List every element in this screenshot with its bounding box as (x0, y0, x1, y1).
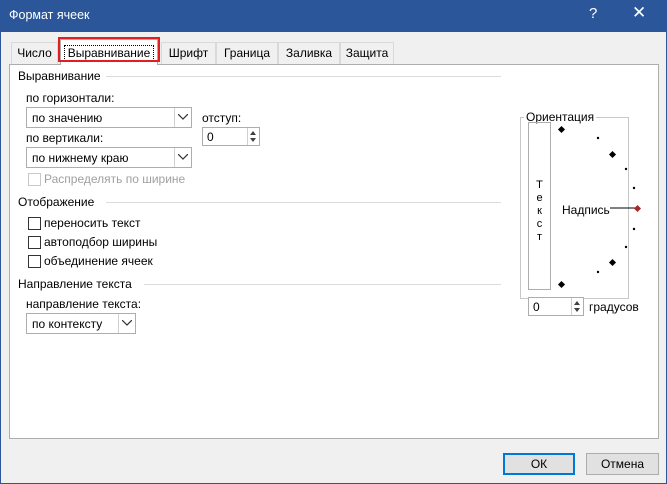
alignment-panel: Выравнивание по горизонтали: по значению… (9, 64, 659, 439)
alignment-group-divider (106, 76, 501, 77)
spinner-arrows-icon[interactable] (247, 128, 259, 145)
chevron-down-icon (174, 108, 191, 127)
indent-spinner[interactable]: 0 (202, 127, 260, 146)
indent-label: отступ: (202, 111, 242, 125)
horizontal-label: по горизонтали: (26, 91, 115, 105)
direction-select[interactable]: по контексту (26, 313, 136, 334)
wrap-text-label: переносить текст (44, 216, 141, 230)
display-group-divider (106, 202, 501, 203)
tab-number[interactable]: Число (11, 42, 58, 64)
direction-value: по контексту (32, 317, 103, 331)
horizontal-select[interactable]: по значению (26, 107, 192, 128)
merge-cells-label: объединение ячеек (44, 254, 153, 268)
cancel-button[interactable]: Отмена (586, 453, 659, 475)
tab-font-label: Шрифт (168, 46, 209, 60)
tab-border[interactable]: Граница (216, 42, 278, 64)
chevron-down-icon (118, 314, 135, 333)
tab-fill-label: Заливка (285, 46, 333, 60)
direction-label: направление текста: (26, 297, 142, 311)
indent-value: 0 (207, 130, 214, 144)
chevron-down-icon (174, 148, 191, 167)
vertical-select[interactable]: по нижнему краю (26, 147, 192, 168)
ok-button[interactable]: ОК (503, 453, 575, 475)
close-button[interactable]: ✕ (632, 3, 646, 23)
shrink-to-fit-checkbox[interactable] (28, 236, 41, 249)
distribute-checkbox[interactable] (28, 173, 41, 186)
wrap-text-checkbox[interactable] (28, 217, 41, 230)
alignment-group-label: Выравнивание (18, 69, 101, 83)
shrink-to-fit-label: автоподбор ширины (44, 235, 158, 249)
tab-number-label: Число (17, 46, 52, 60)
merge-cells-checkbox[interactable] (28, 255, 41, 268)
degrees-spinner[interactable]: 0 (528, 297, 584, 316)
horizontal-value: по значению (32, 111, 103, 125)
tab-font[interactable]: Шрифт (161, 42, 216, 64)
tab-protection-label: Защита (345, 46, 389, 60)
distribute-label: Распределять по ширине (44, 172, 186, 186)
vertical-label: по вертикали: (26, 131, 104, 145)
vertical-text-toggle[interactable]: Т е к с т (528, 122, 551, 290)
degrees-value: 0 (533, 300, 540, 314)
tab-fill[interactable]: Заливка (278, 42, 340, 64)
direction-group-divider (144, 284, 501, 285)
title-bar: Формат ячеек ? ✕ (0, 0, 667, 32)
degrees-label: градусов (589, 300, 639, 314)
help-button[interactable]: ? (589, 5, 597, 22)
tab-alignment-label: Выравнивание (63, 45, 155, 61)
window-title: Формат ячеек (9, 8, 90, 22)
spinner-arrows-icon[interactable] (571, 298, 583, 315)
tab-alignment[interactable]: Выравнивание (60, 39, 158, 65)
tab-protection[interactable]: Защита (340, 42, 394, 64)
display-group-label: Отображение (18, 195, 95, 209)
format-cells-dialog: Число Выравнивание Шрифт Граница Заливка… (0, 32, 667, 484)
tab-border-label: Граница (223, 46, 271, 60)
vertical-value: по нижнему краю (32, 151, 129, 165)
direction-group-label: Направление текста (18, 277, 132, 291)
orientation-caption: Надпись (562, 203, 610, 217)
vertical-text-label: Т е к с т (536, 179, 543, 243)
